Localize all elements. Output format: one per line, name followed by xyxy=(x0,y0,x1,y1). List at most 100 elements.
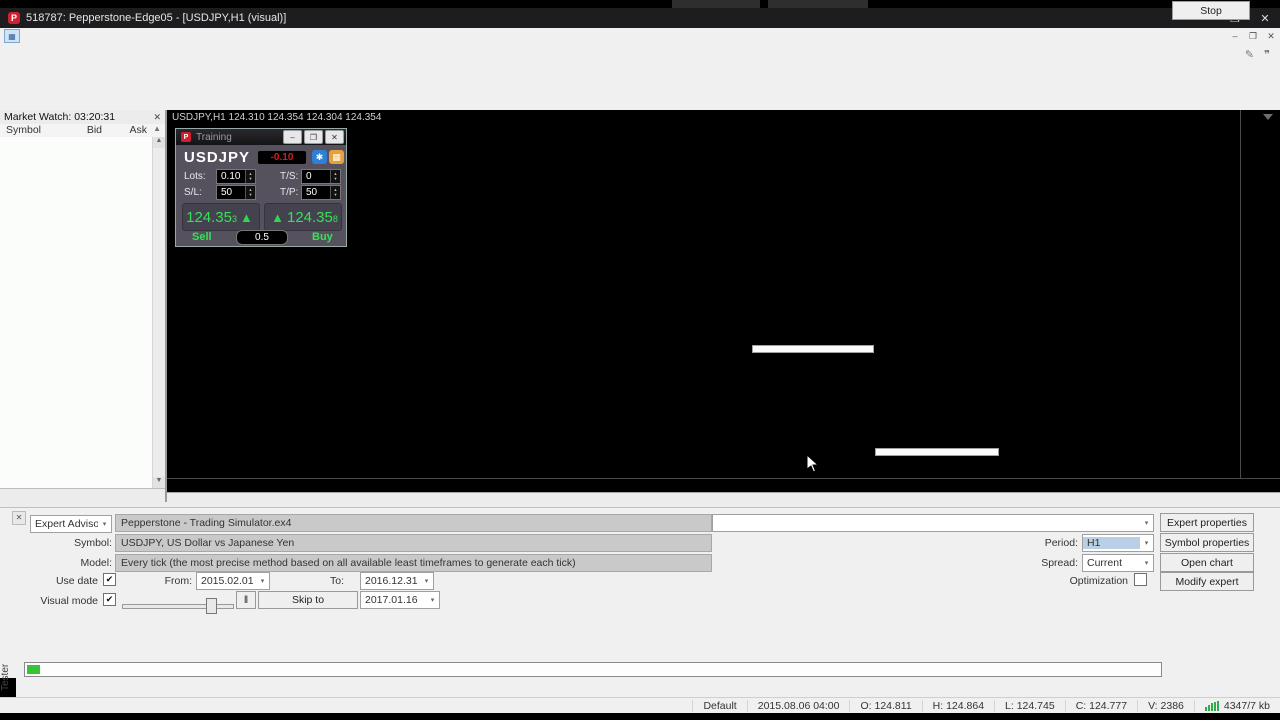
window-title: 518787: Pepperstone-Edge05 - [USDJPY,H1 … xyxy=(26,12,287,24)
optimization-label: Optimization xyxy=(1069,575,1128,587)
training-minimize-button[interactable]: – xyxy=(283,130,302,144)
visual-speed-slider[interactable] xyxy=(122,604,234,609)
child-minimize-button[interactable]: – xyxy=(1226,31,1244,42)
stop-button[interactable]: Stop xyxy=(1172,1,1250,20)
strategy-tester-panel: ✕ Expert Advisor ▾ Pepperstone - Trading … xyxy=(0,507,1280,660)
ts-spinner[interactable]: ▲ ▼ xyxy=(330,170,340,183)
sort-icon[interactable]: ▲ xyxy=(153,124,161,133)
application-window: P 518787: Pepperstone-Edge05 - [USDJPY,H… xyxy=(0,0,1280,720)
time-axis[interactable] xyxy=(167,478,1280,493)
tester-panel-tab[interactable]: Tester xyxy=(0,657,16,697)
visual-mode-checkbox[interactable]: ✔ xyxy=(103,593,116,606)
statusbar: Default 2015.08.06 04:00 O: 124.811 H: 1… xyxy=(0,697,1280,713)
periodicity-toolbar xyxy=(0,96,1280,111)
test-progress-fill xyxy=(27,665,40,674)
to-label: To: xyxy=(329,575,344,587)
use-date-checkbox[interactable]: ✔ xyxy=(103,573,116,586)
decorative-block xyxy=(672,0,760,8)
training-titlebar[interactable]: P Training – ❐ ✕ xyxy=(176,129,346,145)
from-date-input[interactable]: 2015.02.01 ▾ xyxy=(196,572,270,590)
status-high: H: 124.864 xyxy=(921,699,994,712)
panel-grid-icon[interactable]: ▦ xyxy=(329,150,344,164)
chat-icon[interactable]: ❞ xyxy=(1264,48,1270,61)
training-close-button[interactable]: ✕ xyxy=(325,130,344,144)
stop-loss-input[interactable]: 50 ▲ ▼ xyxy=(216,185,256,200)
visual-speed-slider-thumb[interactable] xyxy=(206,598,217,614)
pepperstone-logo-icon: P xyxy=(181,132,191,142)
column-ask[interactable]: Ask xyxy=(129,124,147,136)
child-close-button[interactable]: ✕ xyxy=(1262,31,1280,42)
sl-label: S/L: xyxy=(184,187,202,198)
symbol-properties-button[interactable]: Symbol properties xyxy=(1160,533,1254,552)
lots-input[interactable]: 0.10 ▲ ▼ xyxy=(216,169,256,184)
spread-selector[interactable]: Current ▾ xyxy=(1082,554,1154,572)
tp-label: T/P: xyxy=(280,187,299,198)
modify-expert-button[interactable]: Modify expert xyxy=(1160,572,1254,591)
pause-button[interactable]: ‖ xyxy=(236,591,256,609)
buy-up-arrow-icon: ▲ xyxy=(271,209,284,225)
market-watch-rows xyxy=(0,137,153,488)
training-trade-panel: P Training – ❐ ✕ USDJPY -0.10 ✱ ▦ Lots: … xyxy=(175,128,347,247)
template-submenu xyxy=(875,448,999,456)
market-watch-column-headers[interactable]: Symbol Bid Ask ▲ xyxy=(0,124,165,138)
chart-window-icon[interactable]: ▦ xyxy=(4,29,20,43)
tp-spinner[interactable]: ▲ ▼ xyxy=(330,186,340,199)
model-label: Model: xyxy=(80,557,112,569)
market-watch-scrollbar[interactable]: ▲ ▼ xyxy=(152,137,165,488)
secondary-selector[interactable]: ▾ xyxy=(712,514,1154,532)
ts-label: T/S: xyxy=(280,171,299,182)
model-field[interactable]: Every tick (the most precise method base… xyxy=(115,554,712,572)
menubar: ▦ – ❐ ✕ xyxy=(0,28,1280,45)
sell-up-arrow-icon: ▲ xyxy=(240,209,253,225)
optimization-checkbox[interactable] xyxy=(1134,573,1147,586)
training-restore-button[interactable]: ❐ xyxy=(304,130,323,144)
bottom-black-strip xyxy=(0,712,1280,720)
test-progress-bar xyxy=(24,662,1162,677)
market-watch-tabs xyxy=(0,488,165,503)
expert-properties-button[interactable]: Expert properties xyxy=(1160,513,1254,532)
period-label: Period: xyxy=(1044,537,1078,549)
lots-spinner[interactable]: ▲ ▼ xyxy=(245,170,255,183)
take-profit-input[interactable]: 50 ▲ ▼ xyxy=(301,185,341,200)
to-date-input[interactable]: 2016.12.31 ▾ xyxy=(360,572,434,590)
status-traffic: 4347/7 kb xyxy=(1193,699,1280,712)
period-selector[interactable]: H1 ▾ xyxy=(1082,534,1154,552)
expert-name-field: Pepperstone - Trading Simulator.ex4 xyxy=(115,514,712,532)
price-axis[interactable] xyxy=(1240,110,1280,478)
line-studies-toolbar xyxy=(0,81,1280,97)
market-watch-panel: Market Watch: 03:20:31 ✕ Symbol Bid Ask … xyxy=(0,110,167,503)
sl-spinner[interactable]: ▲ ▼ xyxy=(245,186,255,199)
sell-button[interactable]: Sell xyxy=(192,231,212,243)
settings-gear-icon[interactable]: ✱ xyxy=(312,150,327,164)
tester-close-icon[interactable]: ✕ xyxy=(12,511,26,525)
symbol-label: Symbol: xyxy=(74,537,112,549)
market-watch-close-icon[interactable]: ✕ xyxy=(153,112,161,123)
training-title: Training xyxy=(196,131,232,143)
pin-icon[interactable]: ✎ xyxy=(1245,48,1254,61)
scroll-down-icon[interactable]: ▼ xyxy=(153,477,165,488)
expert-advisor-selector[interactable]: Expert Advisor ▾ xyxy=(30,515,112,533)
status-profile[interactable]: Default xyxy=(692,699,746,712)
status-low: L: 124.745 xyxy=(994,699,1065,712)
column-bid[interactable]: Bid xyxy=(87,124,102,136)
skip-date-input[interactable]: 2017.01.16 ▾ xyxy=(360,591,440,609)
trailing-stop-input[interactable]: 0 ▲ ▼ xyxy=(301,169,341,184)
close-button[interactable]: ✕ xyxy=(1250,8,1280,28)
buy-button[interactable]: Buy xyxy=(312,231,333,243)
tester-tab-bar xyxy=(16,678,1280,697)
decorative-block xyxy=(768,0,868,8)
connection-bars-icon xyxy=(1204,700,1220,711)
buy-price-button[interactable]: ▲ 124.35 8 xyxy=(264,203,342,231)
skip-to-button[interactable]: Skip to xyxy=(258,591,358,609)
column-symbol[interactable]: Symbol xyxy=(6,124,41,136)
visual-mode-label: Visual mode xyxy=(40,595,98,607)
scroll-up-icon[interactable]: ▲ xyxy=(153,137,165,148)
open-chart-button[interactable]: Open chart xyxy=(1160,553,1254,572)
child-restore-button[interactable]: ❐ xyxy=(1244,31,1262,42)
sell-price-button[interactable]: 124.35 3 ▲ xyxy=(182,203,260,231)
titlebar: P 518787: Pepperstone-Edge05 - [USDJPY,H… xyxy=(0,8,1280,28)
status-time: 2015.08.06 04:00 xyxy=(746,699,850,712)
spread-display: 0.5 xyxy=(236,230,288,245)
symbol-field[interactable]: USDJPY, US Dollar vs Japanese Yen xyxy=(115,534,712,552)
spread-label: Spread: xyxy=(1041,557,1078,569)
